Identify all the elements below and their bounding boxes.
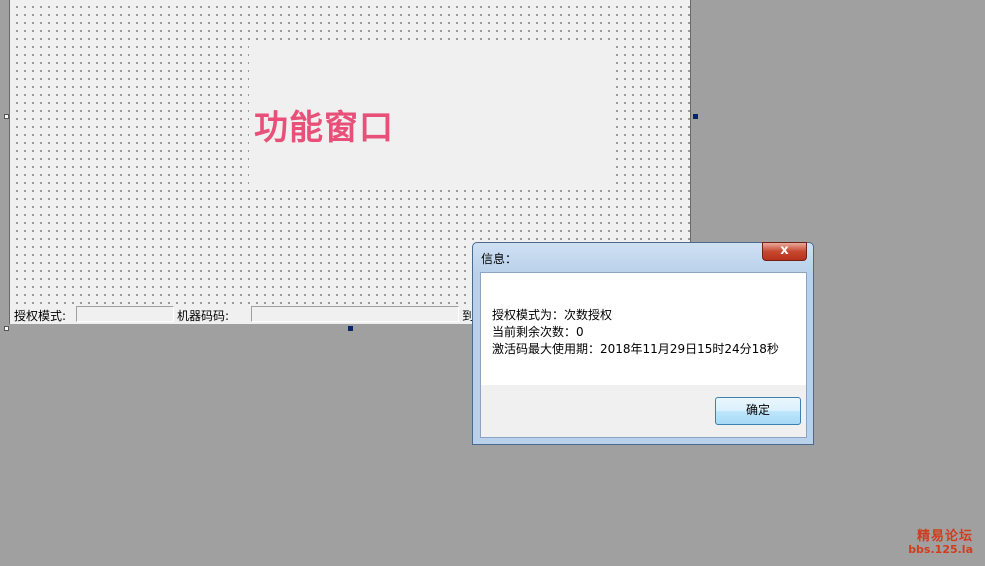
auth-mode-message: 授权模式为：次数授权 bbox=[492, 308, 613, 322]
machine-code-label: 机器码码: bbox=[177, 309, 230, 323]
resize-handle-right[interactable] bbox=[693, 114, 698, 119]
info-dialog: 信息： x 授权模式为：次数授权 当前剩余次数：0 激活码最大使用期：2018年… bbox=[472, 242, 814, 445]
expiry-message: 激活码最大使用期：2018年11月29日15时24分18秒 bbox=[492, 342, 779, 356]
auth-mode-label: 授权模式: bbox=[14, 309, 67, 323]
watermark-name: 精易论坛 bbox=[916, 529, 973, 544]
machine-code-field bbox=[251, 306, 459, 322]
resize-handle-left[interactable] bbox=[4, 114, 9, 119]
resize-handle-bottom[interactable] bbox=[348, 326, 353, 331]
dialog-title: 信息： bbox=[481, 252, 518, 266]
dialog-message-area: 授权模式为：次数授权 当前剩余次数：0 激活码最大使用期：2018年11月29日… bbox=[481, 273, 806, 385]
remaining-count-message: 当前剩余次数：0 bbox=[492, 325, 584, 339]
close-button[interactable]: x bbox=[762, 242, 807, 261]
watermark-url: bbs.125.la bbox=[908, 543, 973, 556]
ok-button[interactable]: 确定 bbox=[715, 397, 801, 425]
dialog-client: 授权模式为：次数授权 当前剩余次数：0 激活码最大使用期：2018年11月29日… bbox=[480, 272, 807, 438]
close-icon: x bbox=[780, 243, 789, 258]
function-window-title: 功能窗口 bbox=[254, 108, 394, 148]
auth-mode-field bbox=[76, 306, 174, 322]
resize-handle-bottom-left[interactable] bbox=[4, 326, 9, 331]
watermark-logo: 精易论坛 bbs.125.la bbox=[908, 530, 973, 556]
